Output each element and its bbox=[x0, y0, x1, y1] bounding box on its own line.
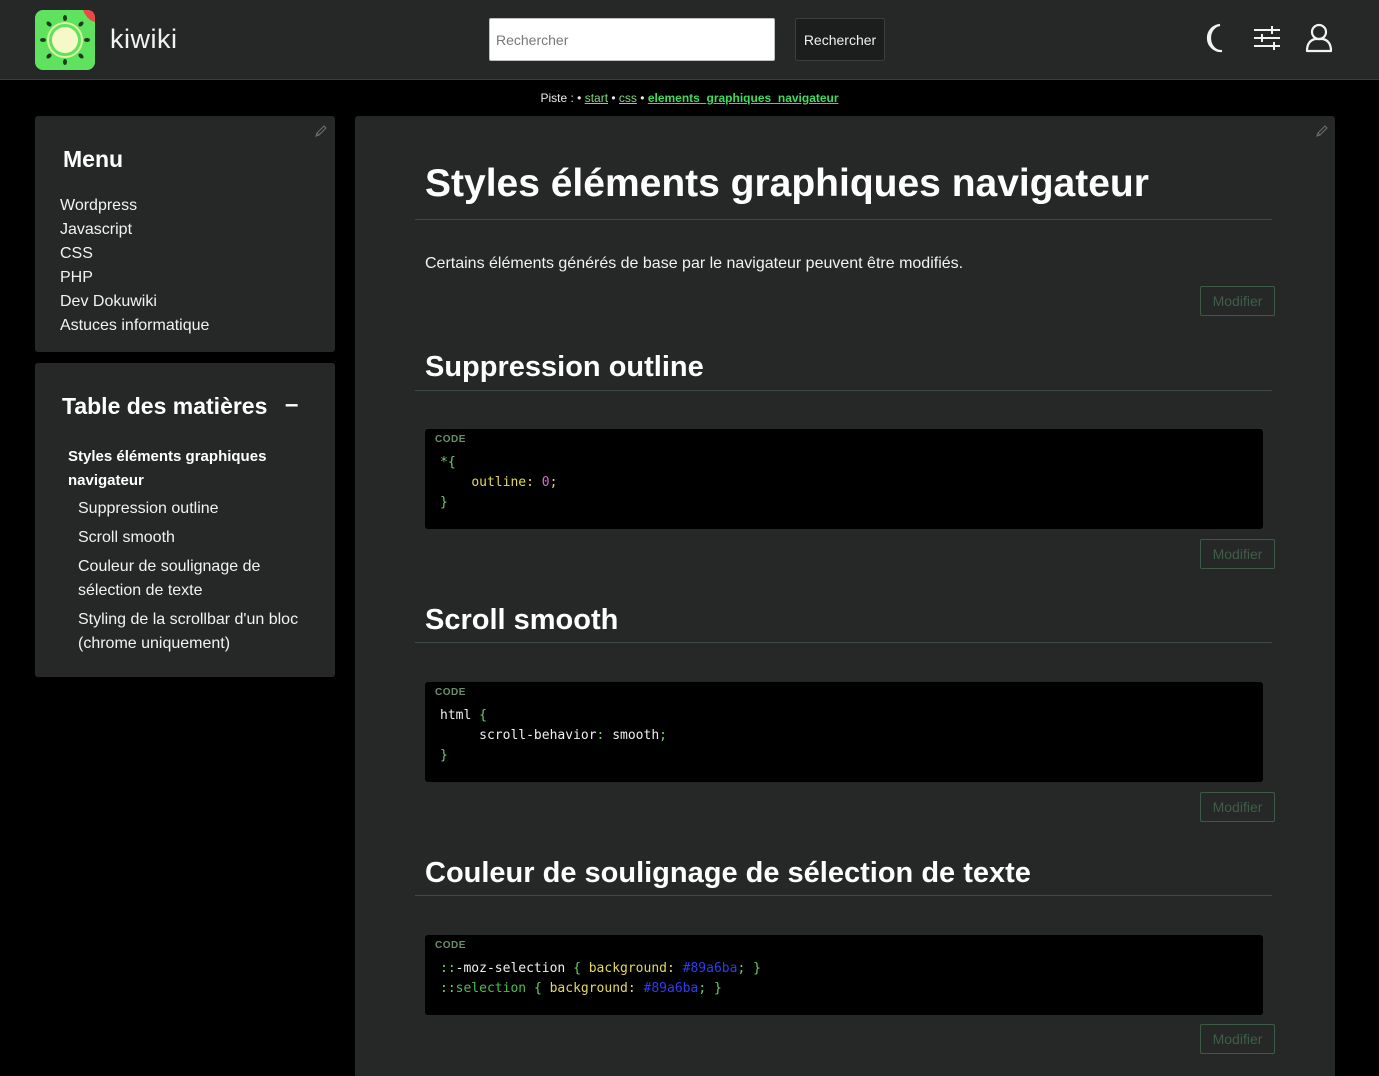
code-token: 0 bbox=[541, 475, 550, 490]
title-divider bbox=[415, 219, 1272, 220]
menu-item-javascript[interactable]: Javascript bbox=[60, 218, 209, 242]
code-token: { bbox=[479, 708, 487, 723]
code-label: CODE bbox=[435, 434, 466, 445]
code-token: ; bbox=[698, 981, 707, 996]
breadcrumb-separator: • bbox=[611, 91, 616, 105]
menu-list: Wordpress Javascript CSS PHP Dev Dokuwik… bbox=[60, 194, 209, 338]
code-token: #89a6ba bbox=[682, 961, 738, 976]
code-token: } bbox=[753, 961, 761, 976]
breadcrumb-link-current[interactable]: elements_graphiques_navigateur bbox=[648, 91, 839, 105]
code-content: html { scroll-behavior: smooth; } bbox=[440, 706, 667, 766]
section-divider bbox=[415, 895, 1272, 896]
toc-list: Suppression outline Scroll smooth Couleu… bbox=[78, 497, 308, 661]
breadcrumb-separator: • bbox=[577, 91, 582, 105]
breadcrumb-link-start[interactable]: start bbox=[585, 91, 608, 105]
section-title-couleur-selection: Couleur de soulignage de sélection de te… bbox=[425, 857, 1031, 889]
search-button[interactable]: Rechercher bbox=[795, 18, 885, 61]
code-token: } bbox=[440, 748, 448, 763]
code-label: CODE bbox=[435, 687, 466, 698]
moon-icon[interactable] bbox=[1200, 22, 1230, 54]
modifier-button[interactable]: Modifier bbox=[1200, 286, 1275, 316]
code-token: { bbox=[573, 961, 581, 976]
toc-panel: Table des matières – Styles éléments gra… bbox=[35, 363, 335, 677]
menu-item-wordpress[interactable]: Wordpress bbox=[60, 194, 209, 218]
modifier-button[interactable]: Modifier bbox=[1200, 792, 1275, 822]
code-token: :: bbox=[440, 981, 456, 996]
breadcrumb: Piste : • start • css • elements_graphiq… bbox=[0, 91, 1379, 105]
code-token: { bbox=[533, 981, 542, 996]
toc-item-scroll-smooth[interactable]: Scroll smooth bbox=[78, 526, 308, 550]
modifier-button[interactable]: Modifier bbox=[1200, 539, 1275, 569]
pencil-icon[interactable] bbox=[314, 124, 328, 138]
breadcrumb-link-css[interactable]: css bbox=[619, 91, 637, 105]
menu-panel: Menu Wordpress Javascript CSS PHP Dev Do… bbox=[35, 116, 335, 352]
kiwi-logo-icon[interactable] bbox=[35, 10, 95, 70]
search-input[interactable] bbox=[489, 18, 775, 61]
code-token: smooth bbox=[604, 728, 660, 743]
code-token: background: bbox=[549, 981, 636, 996]
header: kiwiki Rechercher bbox=[0, 0, 1379, 80]
section-divider bbox=[415, 642, 1272, 643]
menu-item-css[interactable]: CSS bbox=[60, 242, 209, 266]
toc-title: Table des matières bbox=[62, 393, 268, 419]
toc-item-couleur-selection[interactable]: Couleur de soulignage de sélection de te… bbox=[78, 555, 308, 603]
menu-item-php[interactable]: PHP bbox=[60, 266, 209, 290]
user-icon[interactable] bbox=[1304, 22, 1334, 54]
code-token: ; bbox=[549, 475, 558, 490]
code-label: CODE bbox=[435, 940, 466, 951]
code-token: #89a6ba bbox=[643, 981, 699, 996]
section-title-suppression-outline: Suppression outline bbox=[425, 351, 704, 383]
toc-collapse-toggle[interactable]: – bbox=[285, 391, 298, 419]
menu-item-dev-dokuwiki[interactable]: Dev Dokuwiki bbox=[60, 290, 209, 314]
code-token: background: bbox=[588, 961, 675, 976]
sliders-icon[interactable] bbox=[1252, 22, 1282, 54]
code-content: ::-moz-selection { background: #89a6ba; … bbox=[440, 959, 761, 999]
code-token: } bbox=[713, 981, 722, 996]
toc-item-scrollbar[interactable]: Styling de la scrollbar d'un bloc (chrom… bbox=[78, 608, 308, 656]
code-token: -moz-selection bbox=[455, 961, 566, 976]
code-token: html bbox=[440, 708, 472, 723]
code-token: :: bbox=[440, 961, 456, 976]
main-content: Styles éléments graphiques navigateur Ce… bbox=[355, 116, 1335, 1076]
menu-title: Menu bbox=[63, 146, 124, 172]
section-divider bbox=[415, 390, 1272, 391]
toc-item-suppression-outline[interactable]: Suppression outline bbox=[78, 497, 308, 521]
intro-paragraph: Certains éléments générés de base par le… bbox=[425, 255, 964, 272]
section-title-scroll-smooth: Scroll smooth bbox=[425, 604, 619, 636]
code-token: selection bbox=[455, 981, 527, 996]
code-content: *{ outline: 0; } bbox=[440, 453, 557, 513]
code-token: ; bbox=[659, 728, 667, 743]
code-block[interactable]: CODE *{ outline: 0; } bbox=[425, 429, 1263, 529]
breadcrumb-label: Piste : bbox=[540, 91, 574, 105]
pencil-icon[interactable] bbox=[1315, 124, 1329, 138]
menu-item-astuces[interactable]: Astuces informatique bbox=[60, 314, 209, 338]
code-block[interactable]: CODE html { scroll-behavior: smooth; } bbox=[425, 682, 1263, 782]
code-block[interactable]: CODE ::-moz-selection { background: #89a… bbox=[425, 935, 1263, 1015]
modifier-button[interactable]: Modifier bbox=[1200, 1024, 1275, 1054]
code-token: outline: bbox=[471, 475, 534, 490]
code-token: *{ bbox=[440, 455, 456, 470]
site-brand[interactable]: kiwiki bbox=[110, 24, 178, 55]
breadcrumb-separator: • bbox=[640, 91, 645, 105]
code-token: } bbox=[440, 495, 448, 510]
page-title: Styles éléments graphiques navigateur bbox=[425, 162, 1149, 205]
toc-item-main[interactable]: Styles éléments graphiques navigateur bbox=[68, 445, 308, 493]
code-token: scroll-behavior bbox=[440, 728, 597, 743]
